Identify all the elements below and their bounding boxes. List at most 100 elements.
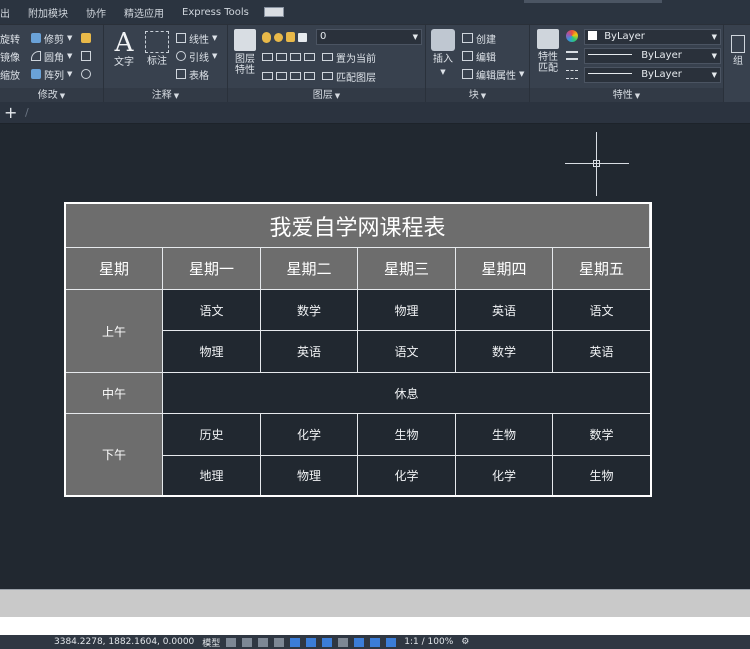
dimension-button[interactable]: 标注 <box>142 31 172 68</box>
transparency-icon[interactable] <box>338 637 349 647</box>
trim-button[interactable]: 修剪 <box>44 31 64 46</box>
layer-lock-icon[interactable] <box>286 32 295 42</box>
lineweight-toggle-icon[interactable] <box>322 637 333 647</box>
menu-item-output[interactable]: 出 <box>0 5 19 20</box>
otrack-icon[interactable] <box>306 637 317 647</box>
scale-button[interactable]: 缩放 <box>0 67 20 82</box>
layer-freeze-icon[interactable] <box>274 32 283 42</box>
row-label-morning[interactable]: 上午 <box>66 290 163 373</box>
layer-color-icon[interactable] <box>298 32 307 42</box>
layer-properties-button[interactable]: 图层 特性 <box>231 29 259 76</box>
table-button[interactable]: 表格 <box>189 67 209 82</box>
row-label-afternoon[interactable]: 下午 <box>66 414 163 495</box>
match-properties-button[interactable]: 特性 匹配 <box>534 29 562 74</box>
offset-icon[interactable] <box>81 69 92 79</box>
layer-isolate-icon[interactable] <box>276 53 287 61</box>
array-button[interactable]: 阵列 <box>44 67 64 82</box>
menu-item-express-tools[interactable]: Express Tools <box>173 7 258 18</box>
selection-cycling-icon[interactable] <box>354 637 365 647</box>
fillet-dropdown-icon[interactable]: ▼ <box>67 52 72 60</box>
panel-title-annotation[interactable]: 注释 ▼ <box>104 88 227 103</box>
polar-icon[interactable] <box>274 637 285 647</box>
ortho-icon[interactable] <box>258 637 269 647</box>
table-cell[interactable]: 语文 <box>553 290 650 331</box>
table-title[interactable]: 我爱自学网课程表 <box>66 204 650 248</box>
color-dropdown[interactable]: ByLayer ▼ <box>584 29 721 45</box>
schedule-table[interactable]: 我爱自学网课程表 星期 星期一 星期二 星期三 星期四 星期五 上午 语文 数学… <box>64 202 652 497</box>
layer-lock-tool-icon[interactable] <box>304 53 315 61</box>
copy-icon[interactable] <box>81 51 92 61</box>
create-block-button[interactable]: 创建 <box>476 31 496 46</box>
group-button[interactable]: 组 <box>728 35 748 68</box>
edit-block-button[interactable]: 编辑 <box>476 49 496 64</box>
table-cell[interactable]: 语文 <box>358 331 456 373</box>
layer-off-icon[interactable] <box>262 53 273 61</box>
table-cell[interactable]: 地理 <box>163 456 261 495</box>
table-cell[interactable]: 物理 <box>163 331 261 373</box>
linetype-dropdown[interactable]: ByLayer ▼ <box>584 48 721 64</box>
header-cell-fri[interactable]: 星期五 <box>553 248 650 290</box>
panel-title-block[interactable]: 块 ▼ <box>426 88 529 103</box>
trim-dropdown-icon[interactable]: ▼ <box>67 34 72 42</box>
table-cell[interactable]: 历史 <box>163 414 261 456</box>
linear-button[interactable]: 线性 <box>189 31 209 46</box>
new-tab-button[interactable]: + <box>4 103 17 122</box>
panel-title-properties[interactable]: 特性 ▼ <box>530 88 723 103</box>
erase-icon[interactable] <box>81 33 92 43</box>
layer-on-tool-icon[interactable] <box>262 72 273 80</box>
table-cell[interactable]: 数学 <box>261 290 358 331</box>
layer-freeze-tool-icon[interactable] <box>290 53 301 61</box>
rotate-button[interactable]: 旋转 <box>0 31 20 46</box>
layer-on-icon[interactable] <box>262 31 271 43</box>
settings-gear-icon[interactable]: ⚙ <box>461 637 469 647</box>
table-cell[interactable]: 物理 <box>358 290 456 331</box>
model-space-button[interactable]: 模型 <box>202 636 220 649</box>
edit-attributes-button[interactable]: 编辑属性 <box>476 67 516 82</box>
panel-title-modify[interactable]: 修改 ▼ <box>0 88 103 103</box>
command-line-area[interactable] <box>0 589 750 617</box>
text-button[interactable]: A 文字 <box>110 29 138 69</box>
header-cell-weekday[interactable]: 星期 <box>66 248 163 290</box>
header-cell-thu[interactable]: 星期四 <box>456 248 553 290</box>
coordinate-readout[interactable]: 3384.2278, 1882.1604, 0.0000 <box>54 637 194 647</box>
table-cell[interactable]: 语文 <box>163 290 261 331</box>
annotation-visibility-icon[interactable] <box>386 637 397 647</box>
header-cell-wed[interactable]: 星期三 <box>358 248 456 290</box>
menu-item-featured-apps[interactable]: 精选应用 <box>115 5 173 20</box>
grid-icon[interactable] <box>226 637 237 647</box>
header-cell-mon[interactable]: 星期一 <box>163 248 261 290</box>
lineweight-dropdown[interactable]: ByLayer ▼ <box>584 67 721 83</box>
table-cell[interactable]: 化学 <box>261 414 358 456</box>
annotation-scale[interactable]: 1:1 / 100% <box>404 637 453 647</box>
noon-rest-cell[interactable]: 休息 <box>163 373 650 414</box>
fillet-button[interactable]: 圆角 <box>44 49 64 64</box>
table-cell[interactable]: 生物 <box>553 456 650 495</box>
layer-unisolate-icon[interactable] <box>276 72 287 80</box>
dynamic-ucs-icon[interactable] <box>370 637 381 647</box>
menu-item-addins[interactable]: 附加模块 <box>19 5 77 20</box>
array-dropdown-icon[interactable]: ▼ <box>67 70 72 78</box>
panel-title-layers[interactable]: 图层 ▼ <box>228 88 425 103</box>
header-cell-tue[interactable]: 星期二 <box>261 248 358 290</box>
mirror-button[interactable]: 镜像 <box>0 49 20 64</box>
snap-icon[interactable] <box>242 637 253 647</box>
color-wheel-icon[interactable] <box>566 30 578 42</box>
table-cell[interactable]: 英语 <box>553 331 650 373</box>
table-cell[interactable]: 英语 <box>261 331 358 373</box>
menu-item-collaborate[interactable]: 协作 <box>77 5 115 20</box>
match-layer-button[interactable]: 匹配图层 <box>336 69 376 84</box>
layer-dropdown[interactable]: 0 ▼ <box>316 29 422 45</box>
ribbon-display-toggle[interactable] <box>263 7 284 17</box>
layer-thaw-icon[interactable] <box>290 72 301 80</box>
table-cell[interactable]: 物理 <box>261 456 358 495</box>
leader-button[interactable]: 引线 <box>189 49 209 64</box>
layer-unlock-icon[interactable] <box>304 72 315 80</box>
row-label-noon[interactable]: 中午 <box>66 373 163 414</box>
table-cell[interactable]: 生物 <box>358 414 456 456</box>
table-cell[interactable]: 数学 <box>456 331 553 373</box>
table-cell[interactable]: 数学 <box>553 414 650 456</box>
table-cell[interactable]: 生物 <box>456 414 553 456</box>
table-cell[interactable]: 化学 <box>358 456 456 495</box>
osnap-icon[interactable] <box>290 637 301 647</box>
table-cell[interactable]: 英语 <box>456 290 553 331</box>
